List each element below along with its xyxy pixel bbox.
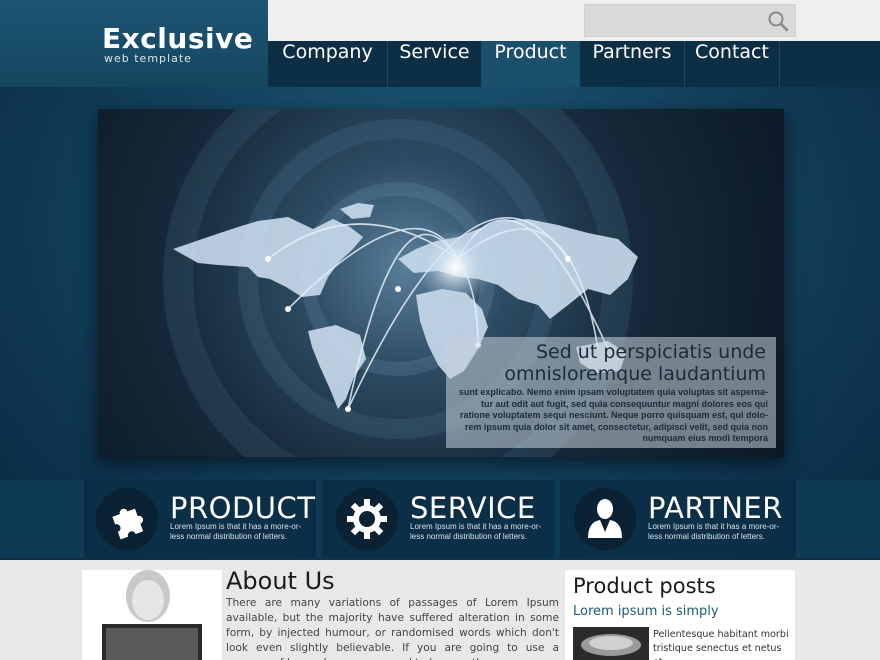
logo[interactable]: Exclusive web template [0,0,268,87]
slide-caption-body: sunt explicabo. Nemo enim ipsam voluptat… [458,387,768,443]
nav-product[interactable]: Product [482,41,580,87]
feature-service[interactable]: SERVICE Lorem Ipsum is that it has a mor… [322,480,554,558]
feature-text: Lorem Ipsum is that it has a more-or-les… [410,522,542,541]
gear-icon [336,488,398,550]
logo-title: Exclusive [102,22,254,55]
slide-caption-title: Sed ut perspiciatis unde omnisloremque l… [504,341,766,385]
person-icon [574,488,636,550]
slide-caption: Sed ut perspiciatis unde omnisloremque l… [446,337,776,448]
post-link[interactable]: Lorem ipsum is simply [573,604,719,619]
posts-title: Product posts [573,574,716,598]
feature-title: PRODUCT [170,491,316,525]
hero-slider: Sed ut perspiciatis unde omnisloremque l… [98,109,784,457]
main-nav: Company Service Product Partners Contact [268,41,880,87]
nav-contact[interactable]: Contact [685,41,780,87]
feature-text: Lorem Ipsum is that it has a more-or-les… [648,522,780,541]
features-strip: PRODUCT Lorem Ipsum is that it has a mor… [0,480,880,558]
search-input[interactable] [585,5,765,36]
feature-title: SERVICE [410,491,536,525]
about-title: About Us [226,567,335,595]
post-excerpt: Pellentesque habitant morbi tristique se… [653,629,789,660]
puzzle-icon [96,488,158,550]
feature-text: Lorem Ipsum is that it has a more-or-les… [170,522,302,541]
search-box[interactable] [584,4,796,37]
feature-title: PARTNER [648,491,783,525]
about-text: There are many variations of passages of… [226,597,559,660]
search-icon[interactable] [767,10,789,32]
feature-partner[interactable]: PARTNER Lorem Ipsum is that it has a mor… [560,480,796,558]
nav-partners[interactable]: Partners [580,41,685,87]
logo-subtitle: web template [104,52,192,65]
product-posts-panel: Product posts Lorem ipsum is simply Pell… [565,570,795,660]
nav-company[interactable]: Company [268,41,388,87]
nav-service[interactable]: Service [388,41,482,87]
about-photo [82,570,222,660]
post-thumbnail[interactable] [573,627,649,660]
feature-product[interactable]: PRODUCT Lorem Ipsum is that it has a mor… [84,480,316,558]
